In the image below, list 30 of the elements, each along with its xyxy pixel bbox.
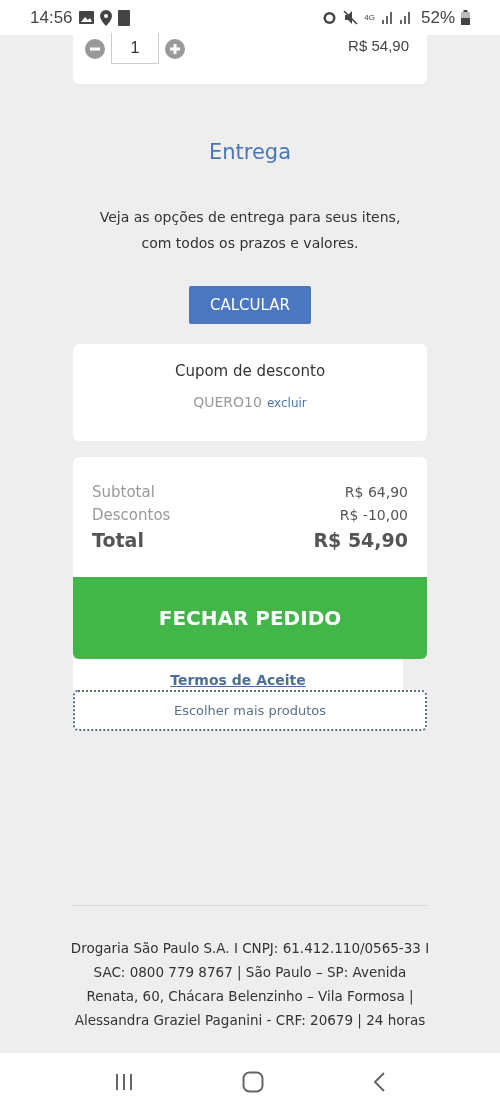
summary-label: Subtotal: [92, 483, 155, 501]
company-info: Drogaria São Paulo S.A. I CNPJ: 61.412.110/0565-33 I SAC: 0800 779 8767 | São Paulo – SP: Avenida Renata, 60, Chácara Belenzinho – Vila Formosa | Alessandra Graziel Paganini - CRF: 20679 | 24 horas: [70, 939, 430, 1031]
network-type: 4G: [364, 13, 375, 22]
delivery-description: Veja as opções de entrega para seus itens, com todos os prazos e valores.: [98, 208, 402, 253]
terms-link[interactable]: Termos de Aceite: [170, 672, 306, 690]
recent-apps-icon[interactable]: [114, 1073, 134, 1091]
summary-label: Descontos: [92, 506, 171, 524]
location-pin-icon: [99, 9, 112, 26]
coupon-title: Cupom de desconto: [174, 362, 326, 380]
battery-icon: [461, 10, 470, 25]
section-title: Entrega: [207, 140, 293, 164]
remove-link[interactable]: excluir: [266, 396, 307, 410]
mute-icon: [343, 10, 359, 25]
calculate-button[interactable]: CALCULAR: [189, 286, 311, 324]
summary-value: R$ 54,90: [313, 529, 408, 551]
more-products-button[interactable]: Escolher mais produtos: [73, 690, 427, 731]
coupon-code: QUERO10: [193, 394, 262, 410]
image-icon: [78, 11, 94, 24]
summary-value: R$ -10,00: [339, 507, 408, 523]
back-icon[interactable]: [372, 1072, 386, 1092]
battery-percent: 52%: [420, 7, 455, 28]
quantity-field[interactable]: 1: [111, 33, 159, 64]
item-price: R$ 54,90: [348, 37, 409, 54]
checkout-button[interactable]: FECHAR PEDIDO: [73, 577, 427, 659]
clock: 14:56: [30, 7, 73, 28]
plus-icon[interactable]: [165, 38, 185, 59]
summary-value: R$ 64,90: [344, 484, 408, 500]
home-icon[interactable]: [242, 1071, 264, 1093]
summary-label: Total: [92, 529, 144, 551]
minus-icon[interactable]: [85, 38, 105, 59]
